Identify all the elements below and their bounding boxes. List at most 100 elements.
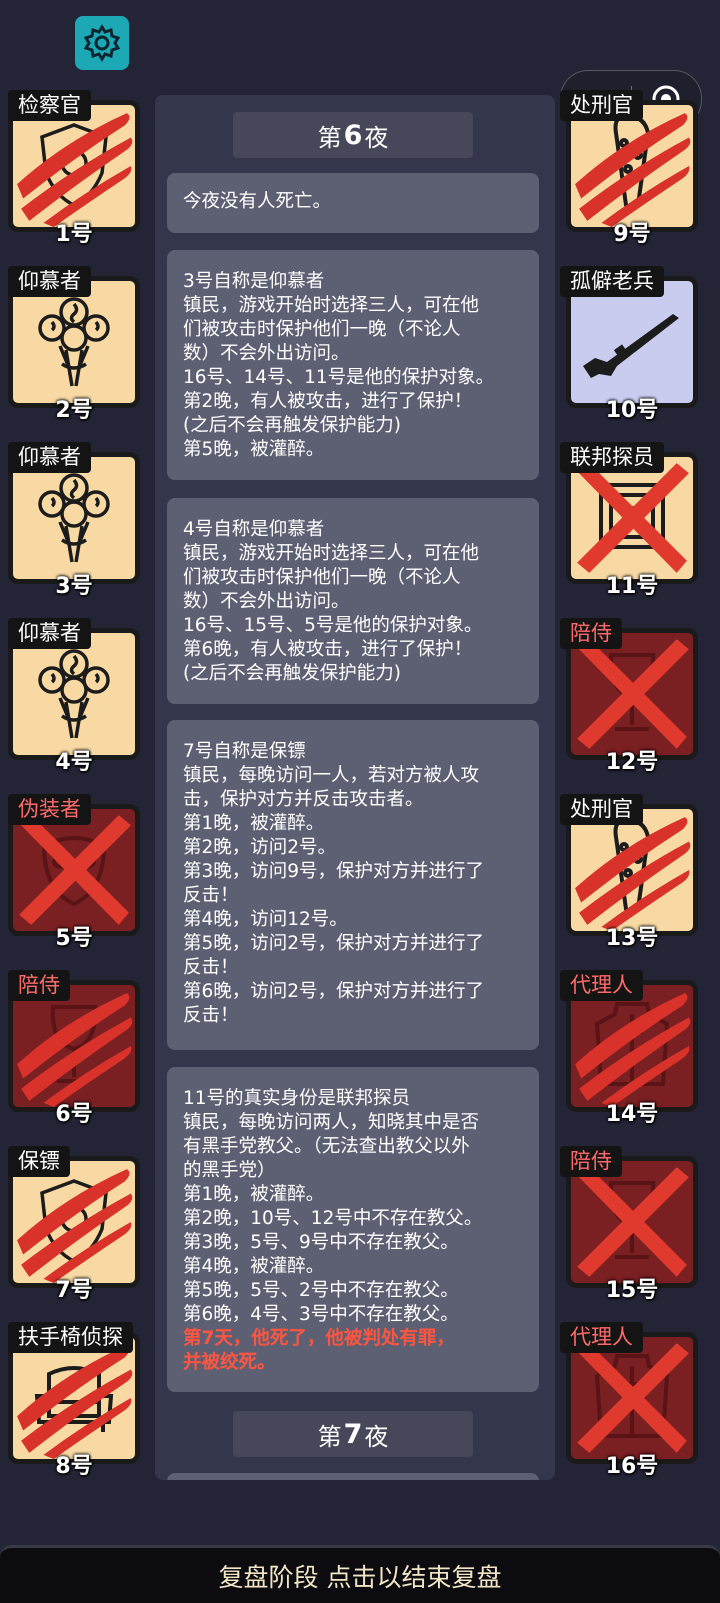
- gear-icon: [83, 24, 121, 62]
- log-line: 第1晚，被灌醉。: [183, 813, 325, 834]
- player-card-3号[interactable]: 仰慕者 3号: [8, 442, 146, 599]
- night-6-header: 第6夜: [233, 112, 473, 158]
- log-line: 第6晚，有人被攻击，进行了保护！: [183, 639, 473, 660]
- log-line: 3号自称是仰慕者: [183, 271, 325, 292]
- log-message-player-7: 7号自称是保镖 镇民，每晚访问一人，若对方被人攻 击，保护对方并反击攻击者。 第1晚，…: [167, 720, 539, 1050]
- player-card-11号[interactable]: 联邦探员 11号: [560, 442, 704, 599]
- log-line: 4号自称是仰慕者: [183, 519, 325, 540]
- player-role-label: 陪侍: [560, 618, 622, 649]
- settings-button[interactable]: [75, 16, 129, 70]
- log-message-player-11: 11号的真实身份是联邦探员镇民，每晚访问两人，知晓其中是否 有黑手党教父。（无法查…: [167, 1067, 539, 1392]
- log-line: (之后不会再触发保护能力): [183, 415, 401, 436]
- player-number: 4号: [55, 750, 93, 775]
- player-number: 8号: [55, 1454, 93, 1479]
- player-card-1号[interactable]: 检察官 1号: [8, 90, 146, 247]
- player-role-label: 保镖: [8, 1146, 70, 1177]
- player-card-5号[interactable]: 伪装者 5号: [8, 794, 146, 951]
- log-line: 们被攻击时保护他们一晚（不论人: [183, 319, 461, 340]
- log-line: 有黑手党教父。（无法查出教父以外: [183, 1136, 470, 1157]
- log-line: 数）不会外出访问。: [183, 343, 350, 364]
- player-portrait: [13, 633, 135, 755]
- player-card-14号[interactable]: 代理人 14号: [560, 970, 704, 1127]
- player-portrait: [13, 281, 135, 403]
- player-role-label: 代理人: [560, 970, 643, 1001]
- log-line: 们被攻击时保护他们一晚（不论人: [183, 567, 461, 588]
- player-number: 16号: [605, 1454, 659, 1479]
- rose-bouquet-icon: [32, 466, 116, 570]
- night-suffix: 夜: [364, 123, 389, 152]
- player-card-8号[interactable]: 扶手椅侦探 8号: [8, 1322, 146, 1479]
- player-card-4号[interactable]: 仰慕者 4号: [8, 618, 146, 775]
- log-line: 第3晚，访问9号，保护对方并进行了: [183, 861, 485, 882]
- player-portrait: [13, 809, 135, 931]
- player-portrait: [571, 105, 693, 227]
- player-portrait: [13, 1161, 135, 1283]
- player-number: 1号: [55, 222, 93, 247]
- player-portrait: [13, 1337, 135, 1459]
- player-number: 3号: [55, 574, 93, 599]
- rose-bouquet-icon: [32, 642, 116, 746]
- log-line: 第4晚，被灌醉。: [183, 1256, 325, 1277]
- night-7-header: 第7夜: [233, 1411, 473, 1457]
- log-line: 第6晚，访问2号，保护对方并进行了: [183, 981, 485, 1002]
- log-line: 第5晚，5号、2号中不存在教父。: [183, 1280, 459, 1301]
- log-message-partial: [167, 1473, 539, 1480]
- rifle-icon: [577, 300, 687, 384]
- player-number: 11号: [605, 574, 659, 599]
- night-suffix: 夜: [364, 1422, 389, 1451]
- log-line: 反击！: [183, 957, 239, 978]
- game-log-panel[interactable]: 第6夜 今夜没有人死亡。 3号自称是仰慕者 镇民，游戏开始时选择三人，可在他 们被攻…: [155, 95, 555, 1480]
- night-prefix: 第: [317, 123, 342, 152]
- end-review-button[interactable]: 复盘阶段 点击以结束复盘: [0, 1545, 720, 1603]
- player-card-2号[interactable]: 仰慕者 2号: [8, 266, 146, 423]
- player-portrait: [13, 105, 135, 227]
- night-prefix: 第: [317, 1422, 342, 1451]
- log-line: 反击！: [183, 885, 239, 906]
- log-line: 镇民，每晚访问一人，若对方被人攻: [183, 765, 480, 786]
- log-line: 11号的真实身份是联邦探员: [183, 1088, 411, 1109]
- player-role-label: 处刑官: [560, 90, 643, 121]
- log-line: 16号、15号、5号是他的保护对象。: [183, 615, 483, 636]
- player-number: 14号: [605, 1102, 659, 1127]
- player-number: 6号: [55, 1102, 93, 1127]
- player-number: 7号: [55, 1278, 93, 1303]
- player-role-label: 扶手椅侦探: [8, 1322, 133, 1353]
- player-card-13号[interactable]: 处刑官 13号: [560, 794, 704, 951]
- log-message-no-death: 今夜没有人死亡。: [167, 173, 539, 233]
- log-line: 数）不会外出访问。: [183, 591, 350, 612]
- player-role-label: 仰慕者: [8, 618, 91, 649]
- player-portrait: [571, 809, 693, 931]
- player-portrait: [571, 281, 693, 403]
- log-line: 镇民，每晚访问两人，知晓其中是否: [183, 1112, 480, 1133]
- log-line: 第2晚，有人被攻击，进行了保护！: [183, 391, 473, 412]
- log-line: 今夜没有人死亡。: [183, 191, 332, 212]
- player-card-6号[interactable]: 陪侍 6号: [8, 970, 146, 1127]
- log-line: 第3晚，5号、9号中不存在教父。: [183, 1232, 459, 1253]
- night-number: 7: [343, 1418, 363, 1450]
- log-line: 第5晚，被灌醉。: [183, 439, 325, 460]
- player-card-10号[interactable]: 孤僻老兵 10号: [560, 266, 704, 423]
- log-line: 第2晚，访问2号。: [183, 837, 337, 858]
- rose-bouquet-icon: [32, 290, 116, 394]
- player-role-label: 检察官: [8, 90, 91, 121]
- player-card-15号[interactable]: 陪侍 15号: [560, 1146, 704, 1303]
- log-line: 击，保护对方并反击攻击者。: [183, 789, 424, 810]
- player-role-label: 伪装者: [8, 794, 91, 825]
- player-card-7号[interactable]: 保镖 7号: [8, 1146, 146, 1303]
- player-card-9号[interactable]: 处刑官 9号: [560, 90, 704, 247]
- log-alert-line: 第7天，他死了，他被判处有罪，: [183, 1328, 455, 1349]
- log-line: 反击！: [183, 1005, 239, 1026]
- player-role-label: 联邦探员: [560, 442, 664, 473]
- player-card-12号[interactable]: 陪侍 12号: [560, 618, 704, 775]
- player-portrait: [571, 985, 693, 1107]
- player-number: 13号: [605, 926, 659, 951]
- log-message-player-3: 3号自称是仰慕者 镇民，游戏开始时选择三人，可在他 们被攻击时保护他们一晚（不论人数…: [167, 250, 539, 480]
- player-role-label: 仰慕者: [8, 442, 91, 473]
- player-role-label: 陪侍: [560, 1146, 622, 1177]
- log-line: (之后不会再触发保护能力): [183, 663, 401, 684]
- player-card-16号[interactable]: 代理人 16号: [560, 1322, 704, 1479]
- player-role-label: 陪侍: [8, 970, 70, 1001]
- player-role-label: 代理人: [560, 1322, 643, 1353]
- player-number: 10号: [605, 398, 659, 423]
- player-role-label: 孤僻老兵: [560, 266, 664, 297]
